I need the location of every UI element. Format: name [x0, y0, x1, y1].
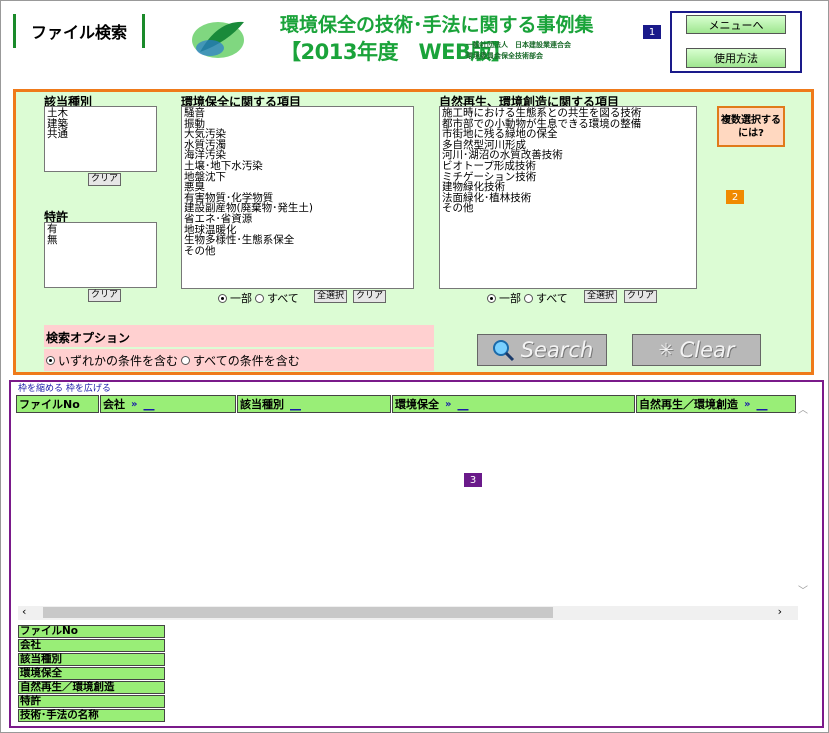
list-item[interactable]: 共通 [47, 129, 154, 140]
usage-button[interactable]: 使用方法 [686, 48, 786, 68]
list-item[interactable]: 有 [47, 224, 154, 235]
patent-clear-button[interactable]: クリア [88, 289, 122, 302]
option-all-radio[interactable] [181, 355, 191, 365]
list-item[interactable]: 無 [47, 234, 154, 246]
sort-arrow-icon[interactable]: » [744, 399, 750, 410]
list-item[interactable]: 土木 [47, 108, 154, 119]
env-clear-button[interactable]: クリア [353, 290, 387, 303]
list-item[interactable]: 施工時における生態系との共生を図る技術 [442, 108, 694, 119]
menu-button[interactable]: メニューへ [686, 15, 786, 34]
column-header-file-no[interactable]: ファイルNo [16, 395, 99, 413]
sort-arrow-icon[interactable]: » [445, 399, 451, 410]
clear-button[interactable]: ✳ Clear [632, 334, 761, 366]
nature-mode-group: 一部 すべて [487, 290, 568, 306]
magnifier-icon [492, 340, 514, 362]
column-toggle-item[interactable]: ファイルNo [18, 625, 165, 638]
column-header-env[interactable]: 環境保全» __ [392, 395, 635, 413]
filter-underline-icon[interactable]: __ [143, 398, 154, 411]
scroll-left-icon[interactable]: ‹ [22, 605, 26, 618]
category-clear-button[interactable]: クリア [88, 173, 122, 186]
logo-icon [192, 21, 244, 58]
filter-underline-icon[interactable]: __ [457, 398, 468, 411]
search-options-label: 検索オプション [44, 325, 434, 347]
column-header-nature[interactable]: 自然再生／環境創造» __ [636, 395, 796, 413]
column-toggle-item[interactable]: 会社 [18, 639, 165, 652]
list-item[interactable]: 生物多様性･生態系保全 [184, 235, 411, 246]
sparkle-icon: ✳ [658, 339, 674, 361]
list-item[interactable]: 騒音 [184, 108, 411, 119]
option-any-radio[interactable] [46, 355, 55, 365]
expand-frame-link[interactable]: 枠を広げる [66, 384, 111, 394]
list-item[interactable]: 地盤沈下 [184, 171, 411, 183]
column-toggle-item[interactable]: 環境保全 [18, 667, 165, 680]
list-item[interactable]: 法面緑化･植林技術 [442, 193, 694, 204]
nature-all-radio[interactable] [524, 293, 533, 303]
scroll-down-icon[interactable]: ﹀ [798, 582, 808, 597]
sort-arrow-icon[interactable]: » [131, 399, 137, 410]
env-all-radio[interactable] [255, 293, 264, 303]
scroll-right-icon[interactable]: › [778, 605, 782, 618]
multi-select-help-button[interactable]: 複数選択するには? [717, 106, 785, 147]
search-button[interactable]: Search [477, 334, 607, 366]
column-header-category[interactable]: 該当種別 __ [237, 395, 391, 413]
filter-underline-icon[interactable]: __ [756, 398, 767, 411]
env-mode-group: 一部 すべて [218, 290, 299, 306]
shrink-frame-link[interactable]: 枠を縮める [18, 384, 63, 394]
horizontal-scrollbar[interactable]: ‹ › [18, 605, 798, 620]
list-item[interactable]: その他 [442, 203, 694, 214]
scroll-up-icon[interactable]: ︿ [798, 401, 808, 416]
list-item[interactable]: その他 [184, 246, 411, 257]
section-badge-2: 2 [726, 190, 744, 204]
banner-title: 環境保全の技術･手法に関する事例集 [280, 14, 594, 36]
column-toggle-item[interactable]: 自然再生／環境創造 [18, 681, 165, 694]
nature-select-all-button[interactable]: 全選択 [584, 290, 618, 303]
nature-listbox[interactable]: 施工時における生態系との共生を図る技術 都市部での小動物が生息できる環境の整備 … [439, 106, 697, 289]
column-header-company[interactable]: 会社» __ [100, 395, 236, 413]
page-title: ファイル検索 [13, 14, 145, 48]
category-listbox[interactable]: 土木 建築 共通 [44, 106, 157, 172]
list-item[interactable]: 省エネ･省資源 [184, 214, 411, 225]
section-badge-1: 1 [643, 25, 661, 39]
column-toggle-item[interactable]: 該当種別 [18, 653, 165, 666]
column-toggle-item[interactable]: 技術･手法の名称 [18, 709, 165, 722]
nature-clear-button[interactable]: クリア [624, 290, 658, 303]
env-select-all-button[interactable]: 全選択 [314, 290, 348, 303]
scrollbar-thumb[interactable] [43, 607, 553, 618]
search-options-group: いずれかの条件を含む すべての条件を含む [44, 349, 434, 371]
list-item[interactable]: ビオトープ形成技術 [442, 161, 694, 172]
nature-partial-radio[interactable] [487, 293, 496, 303]
filter-underline-icon[interactable]: __ [290, 398, 301, 411]
frame-size-links: 枠を縮める 枠を広げる [18, 381, 111, 394]
patent-listbox[interactable]: 有 無 [44, 222, 157, 288]
section-badge-3: 3 [464, 473, 482, 487]
list-item[interactable]: 土壌･地下水汚染 [184, 161, 411, 172]
column-toggle-item[interactable]: 特許 [18, 695, 165, 708]
env-listbox[interactable]: 騒音 振動 大気汚染 水質汚濁 海洋汚染 土壌･地下水汚染 地盤沈下 悪臭 有害… [181, 106, 414, 289]
organization-name: 一般社団法人 日本建設業連合会 環境委員会保全技術部会 [466, 41, 571, 60]
env-partial-radio[interactable] [218, 293, 227, 303]
